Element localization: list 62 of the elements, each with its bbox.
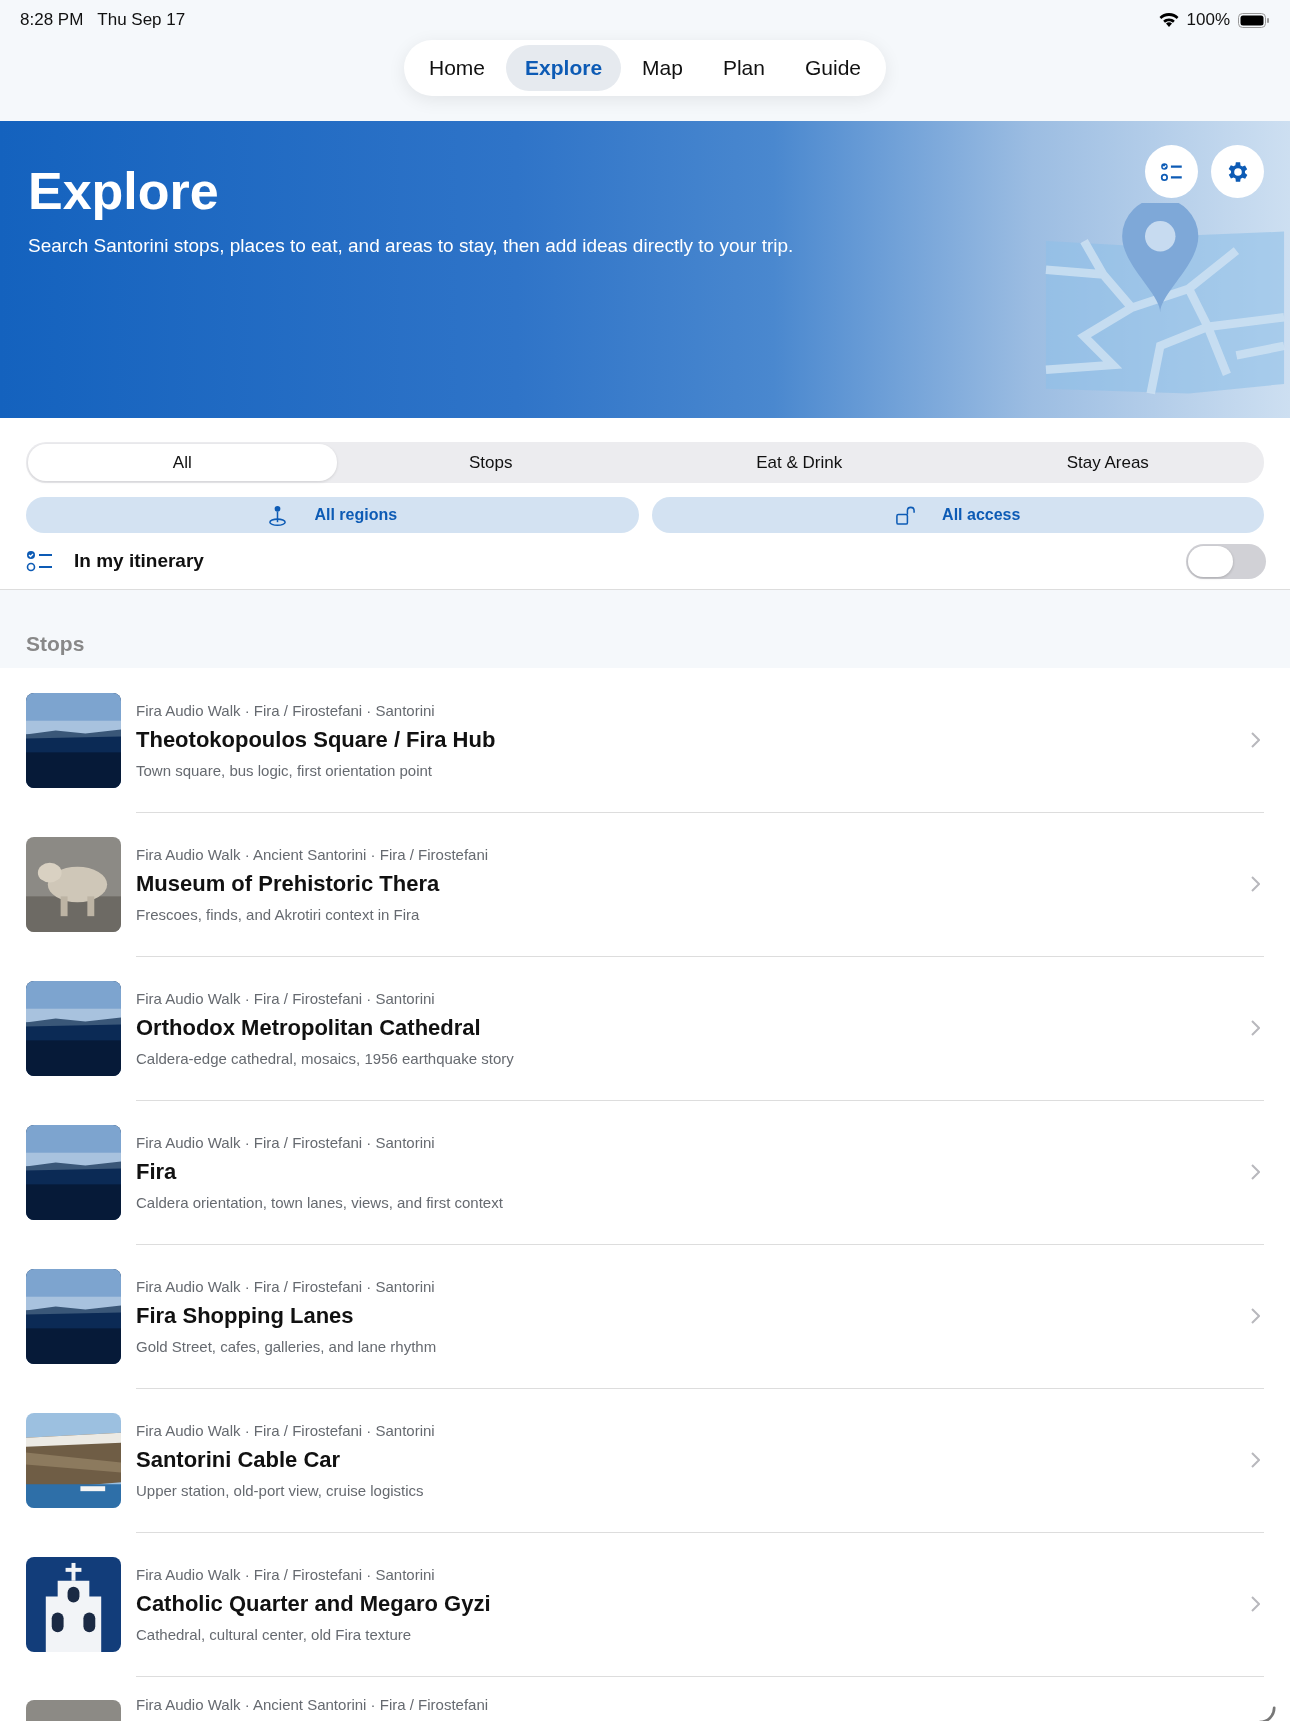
settings-button[interactable] xyxy=(1211,145,1264,198)
stop-meta: Fira Audio Walk · Fira / Firostefani · Santorini xyxy=(136,1277,436,1295)
stop-description: Frescoes, finds, and Akrotiri context in Fira xyxy=(136,905,421,923)
stop-title: Fira Shopping Lanes xyxy=(136,1302,355,1329)
filter-button[interactable]: All regions xyxy=(26,497,639,533)
segment-tab[interactable]: Stops xyxy=(336,444,645,481)
segment-tab[interactable]: All xyxy=(28,444,337,481)
wifi-icon xyxy=(1158,12,1179,28)
stop-description: Gold Street, cafes, galleries, and lane rhythm xyxy=(136,1337,438,1355)
nav-tab[interactable]: Explore xyxy=(506,45,622,91)
stop-meta: Fira Audio Walk · Fira / Firostefani · Santorini xyxy=(136,989,436,1007)
nav-tab[interactable]: Plan xyxy=(703,45,784,91)
stop-meta: Fira Audio Walk · Ancient Santorini · Fira / Firostefani xyxy=(136,845,490,863)
nav-tab[interactable]: Home xyxy=(410,45,505,91)
stop-title: Santorini Cable Car xyxy=(136,1446,342,1473)
stop-list-item[interactable]: Fira Audio Walk · Fira / Firostefani · Santorini Fira Caldera orientation, town lanes, views, and first context xyxy=(26,1100,1290,1244)
nav-tab[interactable]: Guide xyxy=(785,45,880,91)
stop-description: Caldera-edge cathedral, mosaics, 1956 earthquake story xyxy=(136,1049,515,1067)
stop-list-item[interactable]: Fira Audio Walk · Fira / Firostefani · Santorini Catholic Quarter and Megaro Gyzi Cathedral, cultural center, old Fira texture xyxy=(26,1532,1290,1676)
stop-title: Theotokopoulos Square / Fira Hub xyxy=(136,726,497,753)
segment-tab[interactable]: Eat & Drink xyxy=(645,444,954,481)
section-title: Stops xyxy=(26,632,85,656)
page-subtitle: Search Santorini stops, places to eat, and areas to stay, then add ideas directly to your trip. xyxy=(28,235,795,257)
checklist-button[interactable] xyxy=(1145,145,1198,198)
stop-description: Cathedral, cultural center, old Fira texture xyxy=(136,1625,413,1643)
status-time: 8:28 PM xyxy=(20,10,84,30)
stop-meta: Fira Audio Walk · Fira / Firostefani · Santorini xyxy=(136,701,436,719)
stop-description: Upper station, old-port view, cruise logistics xyxy=(136,1481,425,1499)
stop-meta: Fira Audio Walk · Ancient Santorini · Fira / Firostefani xyxy=(136,1696,490,1713)
stop-meta: Fira Audio Walk · Fira / Firostefani · Santorini xyxy=(136,1133,436,1151)
page-title: Explore xyxy=(28,161,219,221)
chevron-icon xyxy=(1250,876,1260,892)
chevron-icon xyxy=(1250,1020,1260,1036)
filter-button[interactable]: All access xyxy=(651,497,1264,533)
stop-list-item[interactable]: Fira Audio Walk · Fira / Firostefani · Santorini Fira Shopping Lanes Gold Street, cafes, galleries, and lane rhythm xyxy=(26,1244,1290,1388)
stop-title: Catholic Quarter and Megaro Gyzi xyxy=(136,1590,492,1617)
chevron-icon xyxy=(1250,732,1260,748)
chevron-icon xyxy=(1250,1452,1260,1468)
stop-list-item[interactable]: Fira Audio Walk · Ancient Santorini · Fira / Firostefani Museum of Prehistoric Thera Frescoes, finds, and Akrotiri context in Fira xyxy=(26,812,1290,956)
chevron-icon xyxy=(1250,1308,1260,1324)
toggle-switch[interactable] xyxy=(1186,543,1266,579)
stop-title: Orthodox Metropolitan Cathedral xyxy=(136,1014,482,1041)
stop-list-item[interactable]: Fira Audio Walk · Ancient Santorini · Fira / Firostefani xyxy=(26,1676,1290,1721)
stop-meta: Fira Audio Walk · Fira / Firostefani · Santorini xyxy=(136,1421,436,1439)
stop-list-item[interactable]: Fira Audio Walk · Fira / Firostefani · Santorini Santorini Cable Car Upper station, old-port view, cruise logistics xyxy=(26,1388,1290,1532)
nav-tab[interactable]: Map xyxy=(623,45,702,91)
stop-title: Museum of Prehistoric Thera xyxy=(136,870,441,897)
stop-description: Town square, bus logic, first orientation point xyxy=(136,761,433,779)
chevron-icon xyxy=(1250,1596,1260,1612)
stop-list-item[interactable]: Fira Audio Walk · Fira / Firostefani · Santorini Orthodox Metropolitan Cathedral Caldera-edge cathedral, mosaics, 1956 earthquake story xyxy=(26,956,1290,1100)
stop-meta: Fira Audio Walk · Fira / Firostefani · Santorini xyxy=(136,1565,436,1583)
checklist-icon xyxy=(26,549,54,573)
chevron-icon xyxy=(1250,1164,1260,1180)
stop-list-item[interactable]: Fira Audio Walk · Fira / Firostefani · Santorini Theotokopoulos Square / Fira Hub Town square, bus logic, first orientation point xyxy=(26,668,1290,812)
toggle-label: In my itinerary xyxy=(74,550,204,572)
segment-tab[interactable]: Stay Areas xyxy=(953,444,1262,481)
pin-icon xyxy=(267,503,289,527)
status-date: Thu Sep 17 xyxy=(97,10,186,30)
battery-icon xyxy=(1238,12,1270,28)
battery-percentage: 100% xyxy=(1186,10,1230,30)
stop-description: Caldera orientation, town lanes, views, and first context xyxy=(136,1193,504,1211)
stop-title: Fira xyxy=(136,1158,178,1185)
